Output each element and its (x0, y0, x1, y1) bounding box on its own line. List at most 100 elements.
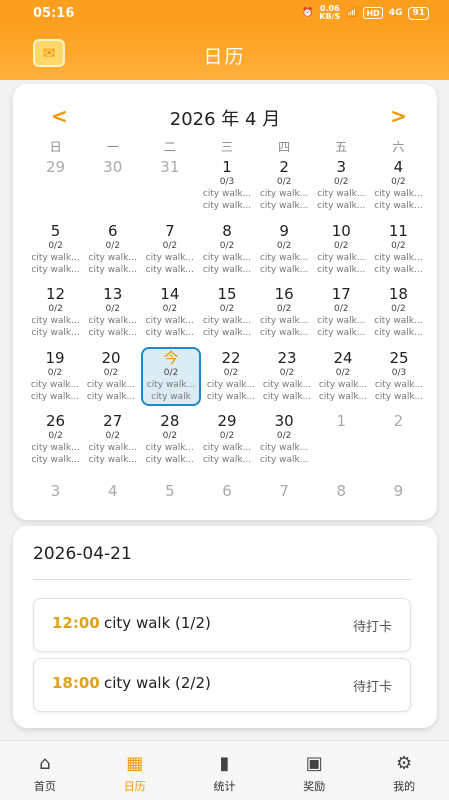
calendar-day[interactable]: 1 0/3 city walk... city walk... (198, 158, 255, 222)
day-number: 22 (221, 348, 241, 367)
calendar-day[interactable]: 13 0/2 city walk... city walk... (84, 285, 141, 349)
day-event: city walk... (88, 443, 137, 453)
calendar-day[interactable]: 30 (84, 158, 141, 222)
tab-label: 我的 (393, 780, 416, 793)
weekday-label: 一 (106, 140, 119, 154)
calendar-day-next-month[interactable]: 3 (27, 482, 84, 500)
day-event: city walk... (259, 455, 309, 465)
bottom-tab-bar: ⌂ 首页 ▦ 日历 ▮ 统计 ▣ 奖励 ⚙ 我的 (0, 740, 449, 800)
calendar-day-next-month[interactable]: 6 (198, 482, 255, 500)
day-event: city walk... (30, 391, 80, 402)
calendar-week-row: 12 0/2 city walk... city walk... 13 0/2 city w… (27, 285, 427, 349)
day-number: 28 (160, 412, 180, 430)
day-event: city walk... (31, 264, 80, 275)
calendar-day[interactable]: 11 0/2 city walk... city walk... (370, 222, 427, 286)
day-event: city walk (151, 391, 191, 402)
calendar-day-today[interactable]: 今 0/2 city walk... city walk (141, 346, 201, 406)
calendar-day[interactable]: 7 0/2 city walk... city walk... (141, 222, 198, 286)
calendar-day[interactable]: 14 0/2 city walk... city walk... (141, 285, 198, 349)
calendar-day[interactable]: 18 0/2 city walk... city walk... (370, 285, 427, 349)
calendar-day-next-month[interactable]: 7 (256, 482, 313, 500)
calendar-day[interactable]: 19 0/2 city walk... city walk... (27, 349, 83, 413)
day-event: city walk... (318, 379, 368, 390)
calendar-day[interactable]: 24 0/2 city walk... city walk... (315, 349, 371, 413)
task-status[interactable]: 待打卡 (353, 676, 392, 695)
day-number: 14 (160, 285, 180, 303)
day-event: city walk... (202, 252, 252, 263)
calendar-day[interactable]: 17 0/2 city walk... city walk... (313, 285, 370, 349)
task-item[interactable]: 12:00 city walk (1/2) 待打卡 (33, 598, 411, 652)
tab-stats[interactable]: ▮ 统计 (180, 741, 270, 800)
day-event: city walk... (31, 328, 80, 338)
calendar-day-next-month[interactable]: 9 (370, 482, 427, 500)
next-month-button[interactable]: > (390, 104, 407, 128)
day-event: city walk... (317, 316, 366, 326)
calendar-day[interactable]: 9 0/2 city walk... city walk... (256, 222, 313, 286)
task-item[interactable]: 18:00 city walk (2/2) 待打卡 (33, 658, 411, 712)
month-label: 2026 年 4 月 (169, 109, 281, 130)
day-event: city walk... (259, 328, 309, 338)
day-number: 2 (393, 412, 404, 430)
day-number: 13 (103, 285, 123, 303)
calendar-day[interactable]: 28 0/2 city walk... city walk... (141, 412, 198, 476)
calendar-day[interactable]: 25 0/3 city walk... city walk... (371, 349, 427, 413)
day-task-count: 0/2 (276, 304, 292, 314)
calendar-day[interactable]: 29 0/2 city walk... city walk... (198, 412, 255, 476)
day-number: 8 (222, 221, 232, 240)
task-status[interactable]: 待打卡 (353, 616, 392, 635)
calendar-day[interactable]: 10 0/2 city walk... city walk... (313, 222, 370, 286)
day-task-count: 0/2 (334, 304, 349, 314)
day-number: 11 (388, 221, 408, 240)
status-bar: 05:16 ⏰ 0.06 KB/S 📶 HD 4G 91 (0, 0, 449, 26)
calendar-day[interactable]: 26 0/2 city walk... city walk... (27, 412, 84, 476)
calendar-day[interactable]: 5 0/2 city walk... city walk... (27, 222, 84, 286)
day-event: city walk... (206, 379, 256, 390)
day-task-count: 0/2 (48, 240, 63, 251)
calendar-day[interactable]: 20 0/2 city walk... city walk... (83, 349, 139, 413)
day-event: city walk... (262, 379, 312, 390)
calendar-day[interactable]: 27 0/2 city walk... city walk... (84, 412, 141, 476)
day-number: 9 (279, 221, 289, 240)
calendar-day[interactable]: 23 0/2 city walk... city walk... (259, 349, 315, 413)
calendar-day[interactable]: 8 0/2 city walk... city walk... (198, 222, 255, 286)
weekday-label: 三 (220, 140, 233, 154)
day-event: city walk... (317, 201, 366, 211)
calendar-day[interactable]: 31 (141, 158, 198, 222)
calendar-day[interactable]: 29 (27, 158, 84, 222)
calendar-day[interactable]: 6 0/2 city walk... city walk... (84, 222, 141, 286)
calendar-day[interactable]: 30 0/2 city walk... city walk... (256, 412, 313, 476)
day-task-count: 0/2 (276, 240, 292, 251)
status-icons: ⏰ 0.06 KB/S 📶 HD 4G 91 (302, 5, 429, 21)
calendar-week-row: 29 30 31 1 0/3 city walk... city walk... 2 0/2 ci… (27, 158, 427, 222)
calendar-day[interactable]: 16 0/2 city walk... city walk... (256, 285, 313, 349)
day-event: city walk... (202, 264, 252, 275)
day-number: 7 (165, 221, 175, 240)
tab-rewards[interactable]: ▣ 奖励 (269, 741, 359, 800)
day-event: city walk... (145, 252, 195, 263)
calendar-day[interactable]: 2 0/2 city walk... city walk... (256, 158, 313, 222)
day-event: city walk... (145, 455, 195, 465)
tab-home[interactable]: ⌂ 首页 (0, 741, 90, 800)
calendar-day[interactable]: 22 0/2 city walk... city walk... (203, 349, 259, 413)
day-event: city walk... (374, 201, 423, 211)
calendar-day[interactable]: 1 (313, 412, 370, 476)
day-number: 27 (103, 412, 123, 430)
day-event: city walk... (31, 443, 80, 453)
day-task-count: 0/2 (47, 367, 63, 378)
calendar-day[interactable]: 3 0/2 city walk... city walk... (313, 158, 370, 222)
day-task-count: 0/2 (335, 367, 351, 378)
weekday-label: 六 (392, 140, 405, 154)
calendar-day[interactable]: 12 0/2 city walk... city walk... (27, 285, 84, 349)
day-number: 18 (388, 285, 408, 303)
day-event: city walk... (259, 189, 309, 199)
day-event: city walk... (374, 379, 424, 390)
calendar-day-next-month[interactable]: 8 (313, 482, 370, 500)
weekday-label: 二 (163, 140, 176, 154)
calendar-day-next-month[interactable]: 5 (141, 482, 198, 500)
calendar-day-next-month[interactable]: 4 (84, 482, 141, 500)
calendar-day[interactable]: 15 0/2 city walk... city walk... (198, 285, 255, 349)
calendar-day[interactable]: 4 0/2 city walk... city walk... (370, 158, 427, 222)
calendar-day[interactable]: 2 (370, 412, 427, 476)
tab-profile[interactable]: ⚙ 我的 (359, 741, 449, 800)
tab-calendar[interactable]: ▦ 日历 (90, 741, 180, 800)
